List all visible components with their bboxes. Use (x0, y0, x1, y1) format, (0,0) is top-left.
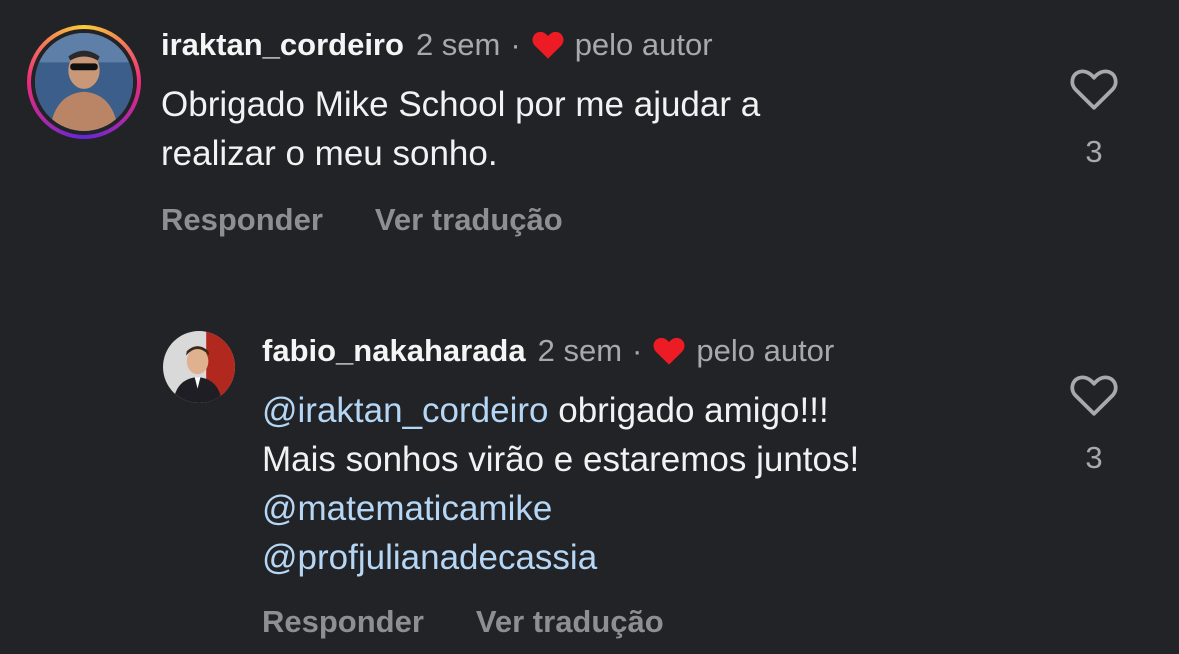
comment-line: @profjulianadecassia (262, 533, 859, 582)
translate-button[interactable]: Ver tradução (375, 202, 563, 238)
username[interactable]: iraktan_cordeiro (161, 27, 404, 63)
heart-outline-icon[interactable] (1069, 372, 1119, 418)
comment-text-segment: Obrigado Mike School por me ajudar a (161, 85, 761, 124)
heart-filled-icon (653, 337, 685, 365)
timestamp: 2 sem (537, 333, 623, 368)
like-count: 3 (1085, 134, 1103, 169)
mention-link[interactable]: @profjulianadecassia (262, 538, 597, 577)
user-photo-icon (35, 33, 133, 131)
comment-line: @matematicamike (262, 484, 859, 533)
reply-button[interactable]: Responder (262, 604, 424, 640)
like-count: 3 (1085, 440, 1103, 475)
avatar[interactable] (27, 25, 141, 139)
comment-line: Mais sonhos virão e estaremos juntos! (262, 435, 859, 484)
comment-text-segment: obrigado amigo!!! (548, 391, 829, 430)
comment-actions: Responder Ver tradução (262, 604, 664, 640)
comment-text: @iraktan_cordeiro obrigado amigo!!! Mais… (262, 386, 859, 582)
comment-line: @iraktan_cordeiro obrigado amigo!!! (262, 386, 859, 435)
comment-text-segment: realizar o meu sonho. (161, 134, 498, 173)
comment-text: Obrigado Mike School por me ajudar a rea… (161, 80, 760, 178)
like-column: 3 (1064, 66, 1124, 170)
heart-filled-icon (532, 31, 564, 59)
liked-by-author-label: pelo autor (696, 333, 835, 368)
heart-outline-icon[interactable] (1069, 66, 1119, 112)
mention-link[interactable]: @iraktan_cordeiro (262, 391, 549, 430)
comment-header: fabio_nakaharada 2 sem · pelo autor (262, 331, 834, 371)
comment-header: iraktan_cordeiro 2 sem · pelo autor (161, 25, 713, 65)
comment-line: Obrigado Mike School por me ajudar a (161, 80, 760, 129)
comment-line: realizar o meu sonho. (161, 129, 760, 178)
user-photo-icon (163, 331, 235, 403)
liked-by-author-label: pelo autor (574, 27, 713, 62)
like-column: 3 (1064, 372, 1124, 476)
avatar[interactable] (163, 331, 235, 403)
separator: · (510, 27, 521, 62)
separator: · (632, 333, 643, 368)
reply-button[interactable]: Responder (161, 202, 323, 238)
comment-actions: Responder Ver tradução (161, 202, 563, 238)
mention-link[interactable]: @matematicamike (262, 489, 552, 528)
translate-button[interactable]: Ver tradução (476, 604, 664, 640)
timestamp: 2 sem (415, 27, 501, 62)
comment-text-segment: Mais sonhos virão e estaremos juntos! (262, 440, 860, 479)
username[interactable]: fabio_nakaharada (262, 333, 526, 369)
